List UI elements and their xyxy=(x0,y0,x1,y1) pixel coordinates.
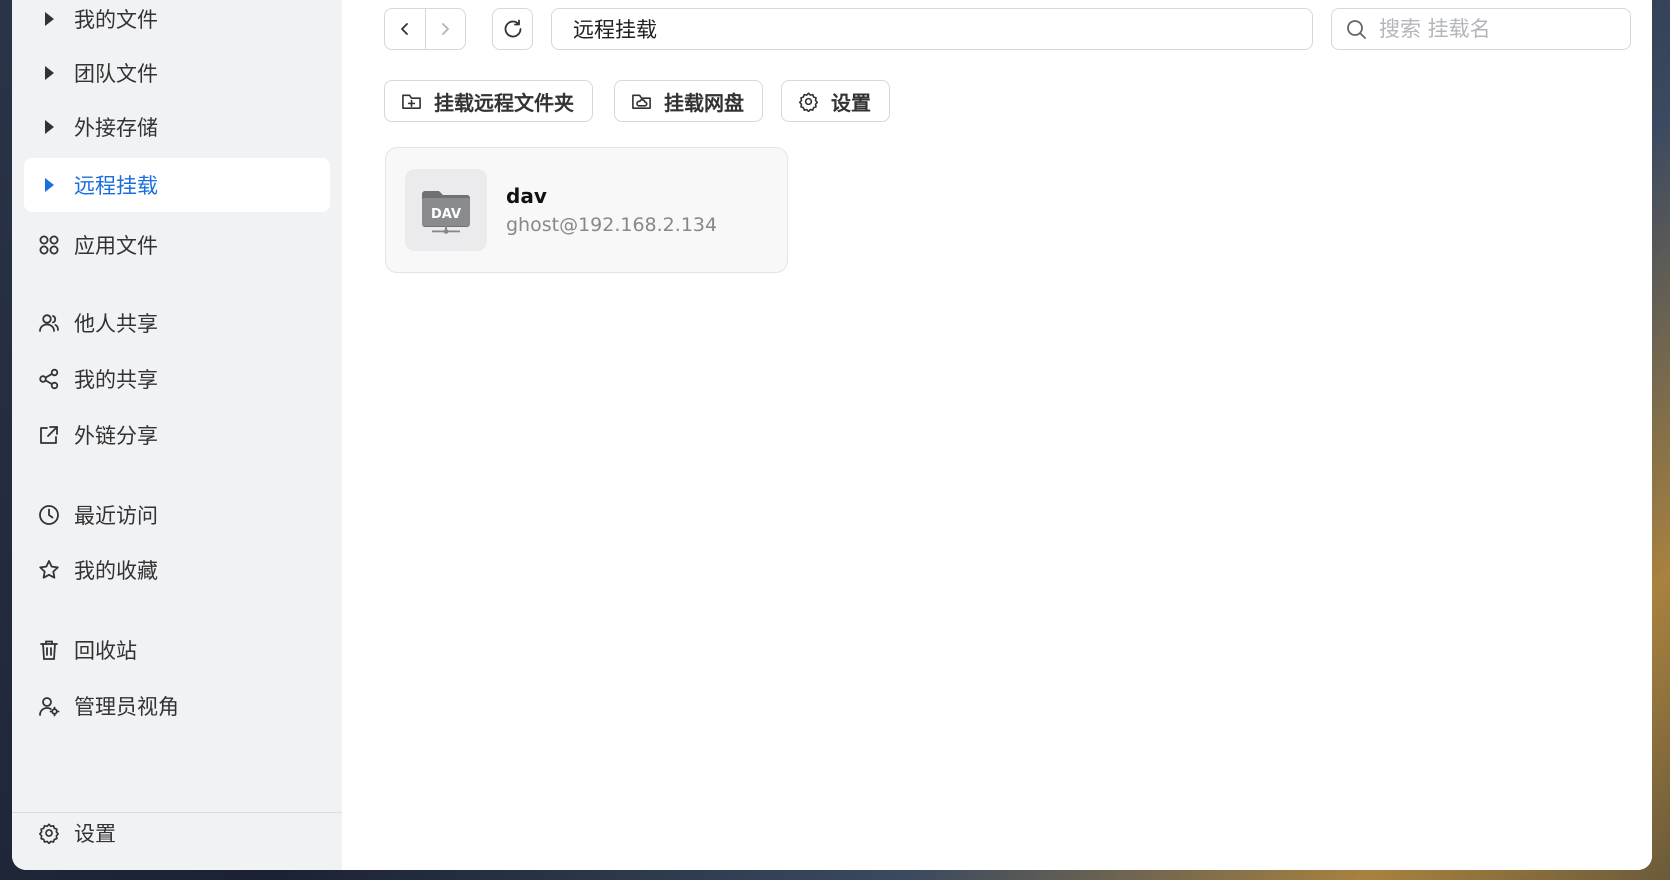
back-button[interactable] xyxy=(385,9,425,49)
mount-remote-folder-button[interactable]: 挂载远程文件夹 xyxy=(384,80,593,122)
trash-icon xyxy=(36,637,62,663)
refresh-button[interactable] xyxy=(492,8,533,50)
sidebar-item-my-files[interactable]: 我的文件 xyxy=(24,0,330,46)
sidebar-item-link-shares[interactable]: 外链分享 xyxy=(24,408,330,462)
sidebar-item-label: 我的文件 xyxy=(74,8,158,32)
sidebar: 我的文件 团队文件 外接存储 远程挂载 应用文件 他人共享 我的共享 外链分享 … xyxy=(12,0,342,870)
settings-button[interactable]: 设置 xyxy=(781,80,890,122)
share-icon xyxy=(36,366,62,392)
sidebar-item-recycle-bin[interactable]: 回收站 xyxy=(24,623,330,677)
sidebar-item-label: 我的共享 xyxy=(74,368,158,392)
file-manager-window: 我的文件 团队文件 外接存储 远程挂载 应用文件 他人共享 我的共享 外链分享 … xyxy=(12,0,1652,870)
refresh-icon xyxy=(504,19,521,38)
sidebar-settings-label: 设置 xyxy=(74,822,116,846)
mount-card[interactable]: DAV dav ghost@192.168.2.134 xyxy=(385,147,788,273)
sidebar-item-label: 他人共享 xyxy=(74,312,158,336)
mount-remote-folder-label: 挂载远程文件夹 xyxy=(434,90,574,115)
sidebar-item-external-storage[interactable]: 外接存储 xyxy=(24,100,330,154)
caret-right-icon xyxy=(36,60,62,86)
sidebar-item-label: 团队文件 xyxy=(74,62,158,86)
sidebar-item-label: 外接存储 xyxy=(74,116,158,140)
chevron-left-icon xyxy=(400,23,408,35)
forward-button[interactable] xyxy=(424,9,466,49)
apps-grid-icon xyxy=(36,232,62,258)
mount-badge: DAV xyxy=(431,207,461,222)
mount-address: ghost@192.168.2.134 xyxy=(506,214,718,236)
sidebar-item-label: 回收站 xyxy=(74,639,137,663)
sidebar-item-my-shares[interactable]: 我的共享 xyxy=(24,352,330,406)
sidebar-item-shared-with-me[interactable]: 他人共享 xyxy=(24,296,330,350)
star-icon xyxy=(36,557,62,583)
mount-name: dav xyxy=(506,184,547,208)
sidebar-item-label: 管理员视角 xyxy=(74,695,179,719)
folder-cloud-icon xyxy=(631,91,652,112)
sidebar-item-label: 远程挂载 xyxy=(74,174,158,198)
gear-icon xyxy=(798,91,819,112)
chevron-right-icon xyxy=(442,23,450,35)
mount-cloud-drive-label: 挂载网盘 xyxy=(664,90,744,115)
caret-right-icon xyxy=(36,6,62,32)
sidebar-item-admin-view[interactable]: 管理员视角 xyxy=(24,679,330,733)
sidebar-item-label: 最近访问 xyxy=(74,504,158,528)
admin-user-icon xyxy=(36,693,62,719)
search-input[interactable] xyxy=(1379,17,1619,41)
sidebar-item-app-files[interactable]: 应用文件 xyxy=(24,218,330,272)
sidebar-item-favorites[interactable]: 我的收藏 xyxy=(24,543,330,597)
caret-right-icon xyxy=(36,114,62,140)
sidebar-item-label: 应用文件 xyxy=(74,234,158,258)
clock-icon xyxy=(36,502,62,528)
external-share-icon xyxy=(36,422,62,448)
caret-right-icon xyxy=(36,172,62,198)
path-text: 远程挂载 xyxy=(573,18,657,42)
sidebar-item-team-files[interactable]: 团队文件 xyxy=(24,46,330,100)
sidebar-item-label: 我的收藏 xyxy=(74,559,158,583)
settings-label: 设置 xyxy=(831,90,871,115)
gear-icon xyxy=(36,820,62,846)
search-icon xyxy=(1346,19,1367,40)
folder-add-icon xyxy=(401,91,422,112)
history-nav xyxy=(384,8,466,50)
sidebar-item-recent[interactable]: 最近访问 xyxy=(24,488,330,542)
sidebar-settings-button[interactable]: 设置 xyxy=(24,806,330,860)
sidebar-item-label: 外链分享 xyxy=(74,424,158,448)
path-bar[interactable]: 远程挂载 xyxy=(551,8,1313,50)
users-icon xyxy=(36,310,62,336)
main-panel: 远程挂载 挂载远程文件夹 挂载网盘 xyxy=(342,0,1652,870)
mount-cloud-drive-button[interactable]: 挂载网盘 xyxy=(614,80,763,122)
sidebar-item-remote-mount[interactable]: 远程挂载 xyxy=(24,158,330,212)
dav-folder-icon: DAV xyxy=(405,169,487,251)
search-box xyxy=(1331,8,1631,50)
